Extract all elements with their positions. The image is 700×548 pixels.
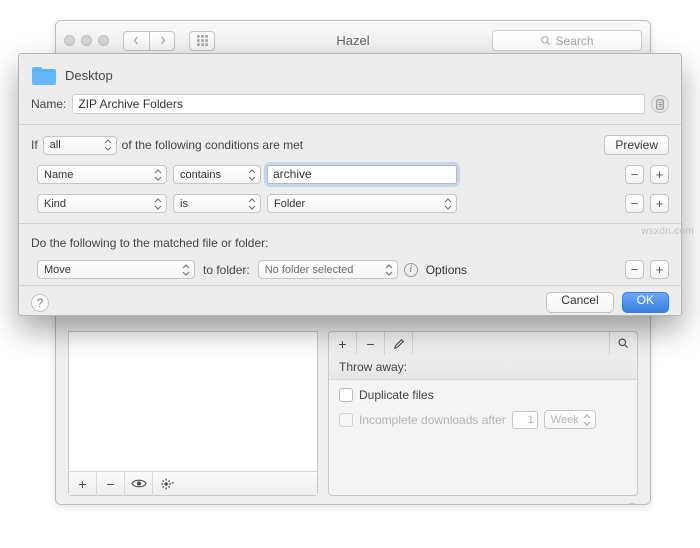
folders-list[interactable] [69, 332, 317, 471]
condition-add-button[interactable]: + [650, 165, 669, 184]
rules-panel: + − Throw away: Duplicate fi [328, 331, 638, 496]
window-minimize[interactable] [81, 35, 92, 46]
search-icon [617, 337, 630, 350]
watermark: wsxdn.com [641, 226, 694, 237]
condition-attr-select[interactable]: Name [37, 165, 167, 184]
stepper-icon [154, 198, 162, 210]
search-icon [540, 35, 551, 46]
rule-remove-button[interactable]: − [357, 332, 385, 356]
rule-edit-button[interactable] [385, 332, 413, 356]
folder-preview-button[interactable] [125, 472, 153, 496]
sheet-folder-name: Desktop [65, 68, 113, 83]
action-folder-select[interactable]: No folder selected [258, 260, 398, 279]
throw-away-header: Throw away: [329, 355, 637, 380]
throw-away-panel: Throw away: Duplicate files Incomplete d… [328, 355, 638, 496]
incomplete-downloads-label: Incomplete downloads after [359, 413, 506, 427]
help-button[interactable]: ? [623, 503, 641, 505]
rule-name-input[interactable]: ZIP Archive Folders [72, 94, 645, 114]
preview-button[interactable]: Preview [604, 135, 669, 155]
action-verb-select[interactable]: Move [37, 260, 195, 279]
window-zoom[interactable] [98, 35, 109, 46]
folder-icon [31, 64, 57, 86]
sheet-footer: ? Cancel OK [19, 285, 681, 313]
rule-status-button[interactable] [651, 95, 669, 113]
action-add-button[interactable]: + [650, 260, 669, 279]
document-icon [655, 99, 666, 110]
duplicate-files-row: Duplicate files [339, 388, 627, 402]
folders-toolbar: + − [69, 471, 317, 495]
stepper-icon [182, 264, 190, 276]
pencil-icon [393, 338, 405, 350]
nav-back-forward [123, 31, 175, 51]
conditions-match-select[interactable]: all [43, 136, 117, 155]
chevron-down-icon [171, 482, 174, 484]
condition-op-select[interactable]: is [173, 194, 261, 213]
duplicate-files-checkbox[interactable] [339, 388, 353, 402]
incomplete-downloads-checkbox[interactable] [339, 413, 353, 427]
rule-add-button[interactable]: + [329, 332, 357, 356]
action-remove-button[interactable]: − [625, 260, 644, 279]
divider [19, 223, 681, 224]
to-folder-label: to folder: [203, 263, 250, 277]
stepper-icon [104, 139, 112, 151]
condition-value-select[interactable]: Folder [267, 194, 457, 213]
incomplete-unit-select[interactable]: Week [544, 410, 596, 429]
condition-op-select[interactable]: contains [173, 165, 261, 184]
eye-icon [131, 478, 147, 489]
condition-remove-button[interactable]: − [625, 194, 644, 213]
gear-icon [160, 477, 174, 491]
rules-toolbar: + − [328, 331, 638, 355]
search-field[interactable]: Search [492, 30, 642, 51]
cancel-button[interactable]: Cancel [546, 292, 613, 313]
duplicate-files-label: Duplicate files [359, 388, 434, 402]
stepper-icon [248, 169, 256, 181]
divider [19, 124, 681, 125]
name-label: Name: [31, 97, 66, 111]
stepper-icon [248, 198, 256, 210]
info-icon: i [404, 263, 418, 277]
incomplete-value-field[interactable]: 1 [512, 411, 538, 429]
folder-add-button[interactable]: + [69, 472, 97, 496]
condition-remove-button[interactable]: − [625, 165, 644, 184]
stepper-icon [583, 414, 591, 426]
incomplete-downloads-row: Incomplete downloads after 1 Week [339, 410, 627, 429]
folders-panel: + − [68, 331, 318, 496]
ok-button[interactable]: OK [622, 292, 669, 313]
condition-row: Kind is Folder − + [31, 194, 669, 213]
actions-label: Do the following to the matched file or … [31, 236, 669, 250]
condition-add-button[interactable]: + [650, 194, 669, 213]
condition-row: Name contains archive − + [31, 165, 669, 184]
action-row: Move to folder: No folder selected i Opt… [31, 260, 669, 279]
sheet-help-button[interactable]: ? [31, 294, 49, 312]
folder-remove-button[interactable]: − [97, 472, 125, 496]
if-prefix: If [31, 138, 38, 152]
condition-value-input[interactable]: archive [267, 165, 457, 184]
if-suffix: of the following conditions are met [122, 138, 303, 152]
stepper-icon [154, 169, 162, 181]
show-all-button[interactable] [189, 31, 215, 51]
stepper-icon [444, 198, 452, 210]
search-placeholder: Search [555, 34, 593, 48]
folder-settings-button[interactable] [153, 472, 181, 496]
rule-editor-sheet: Desktop Name: ZIP Archive Folders If all… [18, 53, 682, 316]
nav-back-button[interactable] [123, 31, 149, 51]
condition-attr-select[interactable]: Kind [37, 194, 167, 213]
rule-search-button[interactable] [609, 332, 637, 356]
nav-forward-button[interactable] [149, 31, 175, 51]
stepper-icon [385, 264, 393, 276]
options-label[interactable]: Options [426, 263, 467, 277]
window-close[interactable] [64, 35, 75, 46]
